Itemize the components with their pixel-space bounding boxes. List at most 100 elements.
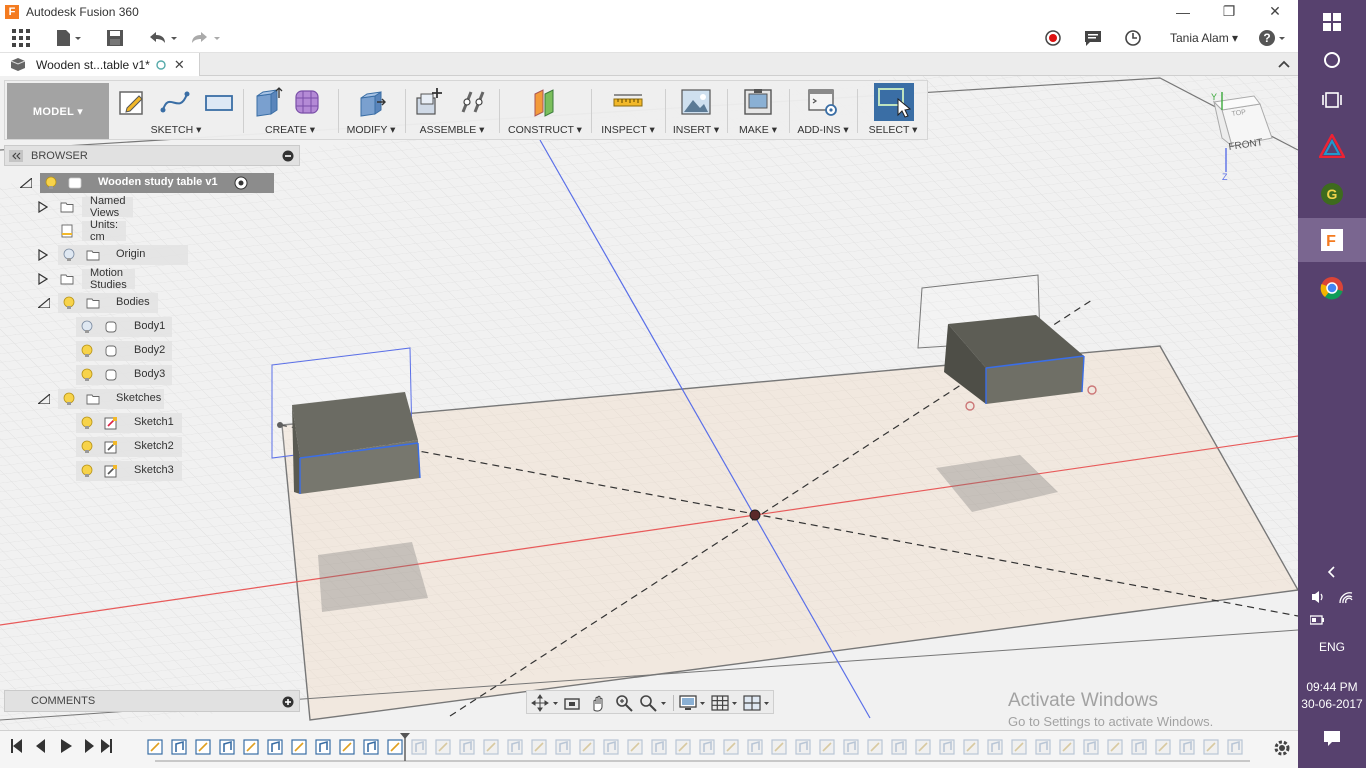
timeline-sketch-feature-icon[interactable] bbox=[627, 739, 643, 755]
visibility-bulb-icon[interactable] bbox=[80, 440, 94, 454]
input-language-indicator[interactable]: ENG bbox=[1298, 640, 1366, 654]
ribbon-group-make[interactable]: MAKE ▾ bbox=[729, 81, 787, 139]
timeline-extrude-feature-icon[interactable] bbox=[315, 739, 331, 755]
ribbon-group-add-ins[interactable]: ADD-INS ▾ bbox=[791, 81, 855, 139]
ribbon-group-modify[interactable]: MODIFY ▾ bbox=[339, 81, 403, 139]
user-account-menu[interactable]: Tania Alam ▾ bbox=[1170, 31, 1238, 45]
battery-icon[interactable] bbox=[1298, 598, 1366, 642]
collapse-chevron-up-icon[interactable] bbox=[1278, 58, 1290, 70]
close-button[interactable]: ✕ bbox=[1252, 0, 1298, 23]
ribbon-group-assemble[interactable]: ASSEMBLE ▾ bbox=[407, 81, 497, 139]
add-comment-icon[interactable] bbox=[282, 696, 294, 708]
form-mesh-icon[interactable] bbox=[291, 86, 323, 118]
file-menu-icon[interactable] bbox=[56, 28, 82, 48]
timeline-extrude-feature-icon[interactable] bbox=[651, 739, 667, 755]
comments-icon[interactable] bbox=[1084, 28, 1102, 48]
zoom-icon[interactable] bbox=[615, 694, 633, 712]
timeline-sketch-feature-icon[interactable] bbox=[819, 739, 835, 755]
timeline-sketch-feature-icon[interactable] bbox=[1011, 739, 1027, 755]
zoom-window-icon[interactable] bbox=[639, 694, 667, 712]
visibility-bulb-icon[interactable] bbox=[80, 416, 94, 430]
autodesk-app-icon[interactable] bbox=[1298, 124, 1366, 168]
redo-icon[interactable] bbox=[190, 28, 222, 48]
workspace-switcher-button[interactable]: MODEL ▾ bbox=[7, 83, 109, 139]
timeline-sketch-feature-icon[interactable] bbox=[1059, 739, 1075, 755]
tree-collapsed-icon[interactable] bbox=[38, 201, 48, 213]
timeline-sketch-feature-icon[interactable] bbox=[243, 739, 259, 755]
ribbon-group-inspect[interactable]: INSPECT ▾ bbox=[593, 81, 663, 139]
timeline-sketch-feature-icon[interactable] bbox=[339, 739, 355, 755]
restore-button[interactable]: ❐ bbox=[1206, 0, 1252, 23]
clock-icon[interactable] bbox=[1124, 28, 1142, 48]
document-tab[interactable]: Wooden st...table v1* ✕ bbox=[0, 53, 200, 76]
press-pull-icon[interactable] bbox=[355, 86, 387, 118]
ribbon-group-sketch[interactable]: SKETCH ▾ bbox=[111, 81, 241, 139]
chrome-browser-icon[interactable] bbox=[1298, 266, 1366, 310]
grid-settings-icon[interactable] bbox=[711, 694, 739, 712]
timeline-sketch-feature-icon[interactable] bbox=[435, 739, 451, 755]
tree-collapsed-icon[interactable] bbox=[38, 273, 48, 285]
timeline-extrude-feature-icon[interactable] bbox=[507, 739, 523, 755]
collapse-panel-icon[interactable] bbox=[9, 150, 23, 162]
timeline-extrude-feature-icon[interactable] bbox=[1179, 739, 1195, 755]
timeline-extrude-feature-icon[interactable] bbox=[1131, 739, 1147, 755]
ribbon-group-insert[interactable]: INSERT ▾ bbox=[667, 81, 725, 139]
visibility-bulb-off-icon[interactable] bbox=[62, 248, 76, 262]
tree-collapsed-icon[interactable] bbox=[38, 249, 48, 261]
timeline-extrude-feature-icon[interactable] bbox=[987, 739, 1003, 755]
look-at-icon[interactable] bbox=[563, 694, 581, 712]
offset-plane-icon[interactable] bbox=[529, 86, 561, 118]
visibility-bulb-icon[interactable] bbox=[44, 176, 58, 190]
timeline-sketch-feature-icon[interactable] bbox=[1203, 739, 1219, 755]
timeline-sketch-feature-icon[interactable] bbox=[195, 739, 211, 755]
timeline-extrude-feature-icon[interactable] bbox=[411, 739, 427, 755]
viewports-icon[interactable] bbox=[743, 694, 771, 712]
new-component-icon[interactable] bbox=[413, 86, 445, 118]
timeline-extrude-feature-icon[interactable] bbox=[219, 739, 235, 755]
browser-minimize-icon[interactable] bbox=[282, 150, 294, 162]
ribbon-group-select[interactable]: SELECT ▾ bbox=[859, 81, 927, 139]
timeline-extrude-feature-icon[interactable] bbox=[1227, 739, 1243, 755]
timeline-extrude-feature-icon[interactable] bbox=[555, 739, 571, 755]
orbit-icon[interactable] bbox=[531, 694, 559, 712]
visibility-bulb-icon[interactable] bbox=[62, 392, 76, 406]
insert-image-icon[interactable] bbox=[680, 86, 712, 118]
spline-icon[interactable] bbox=[159, 86, 191, 118]
timeline-sketch-feature-icon[interactable] bbox=[387, 739, 403, 755]
timeline-sketch-feature-icon[interactable] bbox=[915, 739, 931, 755]
comments-panel-header[interactable]: COMMENTS bbox=[4, 690, 300, 712]
save-icon[interactable] bbox=[106, 28, 124, 48]
action-center-notifications-icon[interactable] bbox=[1298, 716, 1366, 760]
taskbar-clock-date[interactable]: 30-06-2017 bbox=[1298, 697, 1366, 711]
cortana-search-icon[interactable] bbox=[1298, 38, 1366, 82]
minimize-button[interactable]: — bbox=[1160, 0, 1206, 23]
timeline-sketch-feature-icon[interactable] bbox=[531, 739, 547, 755]
tree-expanded-icon[interactable] bbox=[38, 298, 50, 308]
scripts-add-ins-icon[interactable] bbox=[807, 86, 839, 118]
record-icon[interactable] bbox=[1044, 28, 1062, 48]
joint-icon[interactable] bbox=[457, 86, 489, 118]
timeline-sketch-feature-icon[interactable] bbox=[291, 739, 307, 755]
visibility-bulb-off-icon[interactable] bbox=[80, 320, 94, 334]
timeline-extrude-feature-icon[interactable] bbox=[747, 739, 763, 755]
timeline-sketch-feature-icon[interactable] bbox=[1107, 739, 1123, 755]
timeline-sketch-feature-icon[interactable] bbox=[867, 739, 883, 755]
3d-print-icon[interactable] bbox=[742, 86, 774, 118]
rectangle-icon[interactable] bbox=[203, 86, 235, 118]
tree-expanded-icon[interactable] bbox=[38, 394, 50, 404]
timeline-extrude-feature-icon[interactable] bbox=[843, 739, 859, 755]
activate-radio-icon[interactable] bbox=[234, 176, 248, 190]
timeline-extrude-feature-icon[interactable] bbox=[603, 739, 619, 755]
timeline-extrude-feature-icon[interactable] bbox=[1083, 739, 1099, 755]
measure-icon[interactable] bbox=[612, 86, 644, 118]
g-app-icon[interactable]: G bbox=[1298, 172, 1366, 216]
undo-icon[interactable] bbox=[146, 28, 178, 48]
ribbon-group-create[interactable]: CREATE ▾ bbox=[245, 81, 335, 139]
extrude-icon[interactable] bbox=[251, 86, 283, 118]
timeline-sketch-feature-icon[interactable] bbox=[963, 739, 979, 755]
visibility-bulb-icon[interactable] bbox=[62, 296, 76, 310]
timeline-sketch-feature-icon[interactable] bbox=[483, 739, 499, 755]
visibility-bulb-icon[interactable] bbox=[80, 464, 94, 478]
browser-panel-header[interactable]: BROWSER bbox=[4, 145, 300, 166]
timeline-extrude-feature-icon[interactable] bbox=[939, 739, 955, 755]
